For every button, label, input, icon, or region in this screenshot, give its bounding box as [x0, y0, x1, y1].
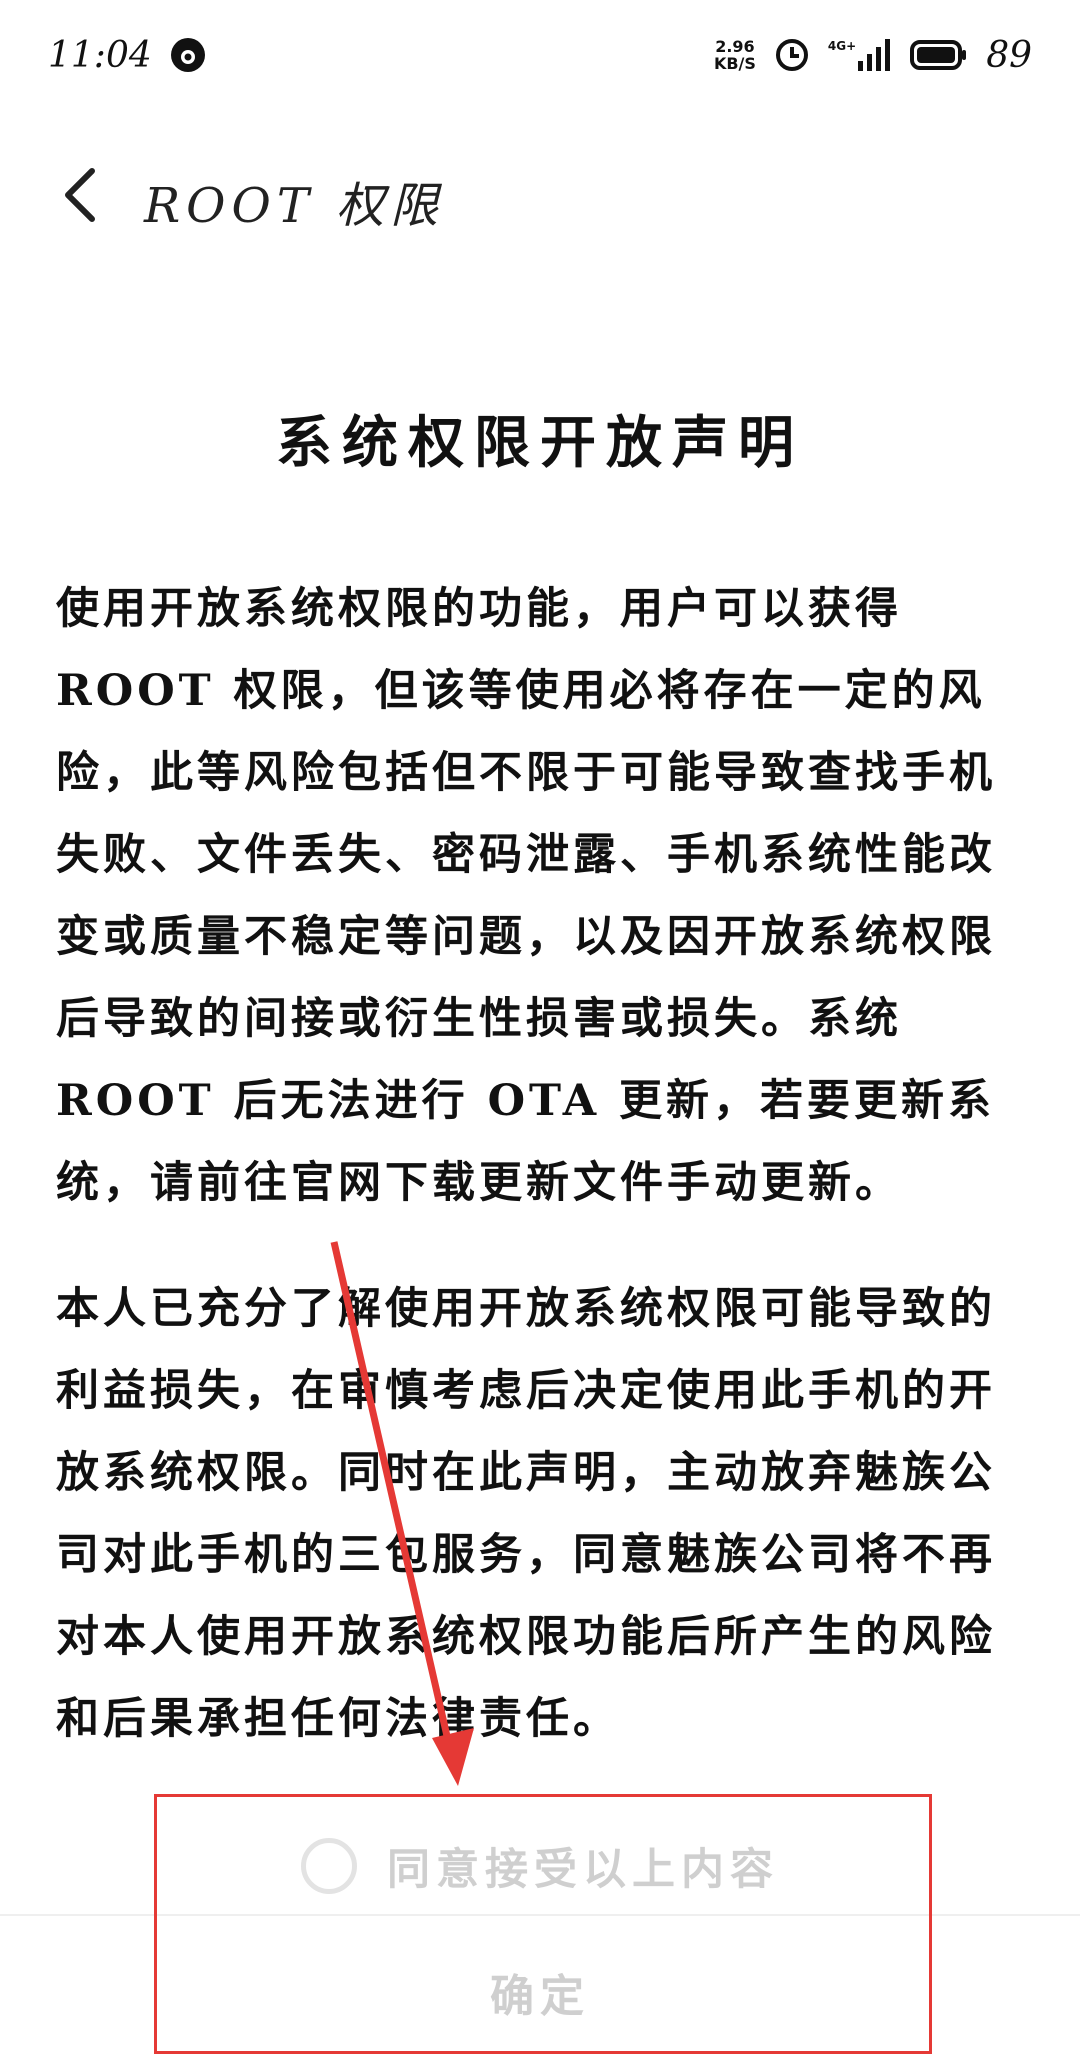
- declaration-paragraph-2: 本人已充分了解使用开放系统权限可能导致的利益损失，在审慎考虑后决定使用此手机的开…: [56, 1284, 996, 1744]
- declaration-paragraph-1: 使用开放系统权限的功能，用户可以获得ROOT 权限，但该等使用必将存在一定的风险…: [56, 584, 996, 1208]
- battery-icon: [910, 40, 967, 70]
- app-header: ROOT 权限: [0, 120, 1080, 270]
- confirm-button[interactable]: 确定: [0, 1960, 1080, 2024]
- alarm-icon: [775, 39, 808, 71]
- signal-icon: 4G+: [828, 39, 892, 71]
- status-time: 11:04: [48, 34, 152, 76]
- agree-radio-button[interactable]: [301, 1838, 357, 1894]
- agree-checkbox-row[interactable]: 同意接受以上内容: [0, 1822, 1080, 1910]
- battery-percent: 89: [986, 34, 1032, 76]
- divider: [0, 1914, 1080, 1916]
- page-title: ROOT 权限: [144, 178, 445, 234]
- back-arrow-icon[interactable]: [54, 165, 114, 225]
- declaration-title: 系统权限开放声明: [276, 410, 804, 476]
- notification-app-icon: [170, 38, 205, 72]
- network-speed: 2.96 KB/S: [713, 37, 756, 73]
- status-bar: 11:04 2.96 KB/S 4G+ 89: [0, 0, 1080, 110]
- agree-label: 同意接受以上内容: [387, 1845, 779, 1895]
